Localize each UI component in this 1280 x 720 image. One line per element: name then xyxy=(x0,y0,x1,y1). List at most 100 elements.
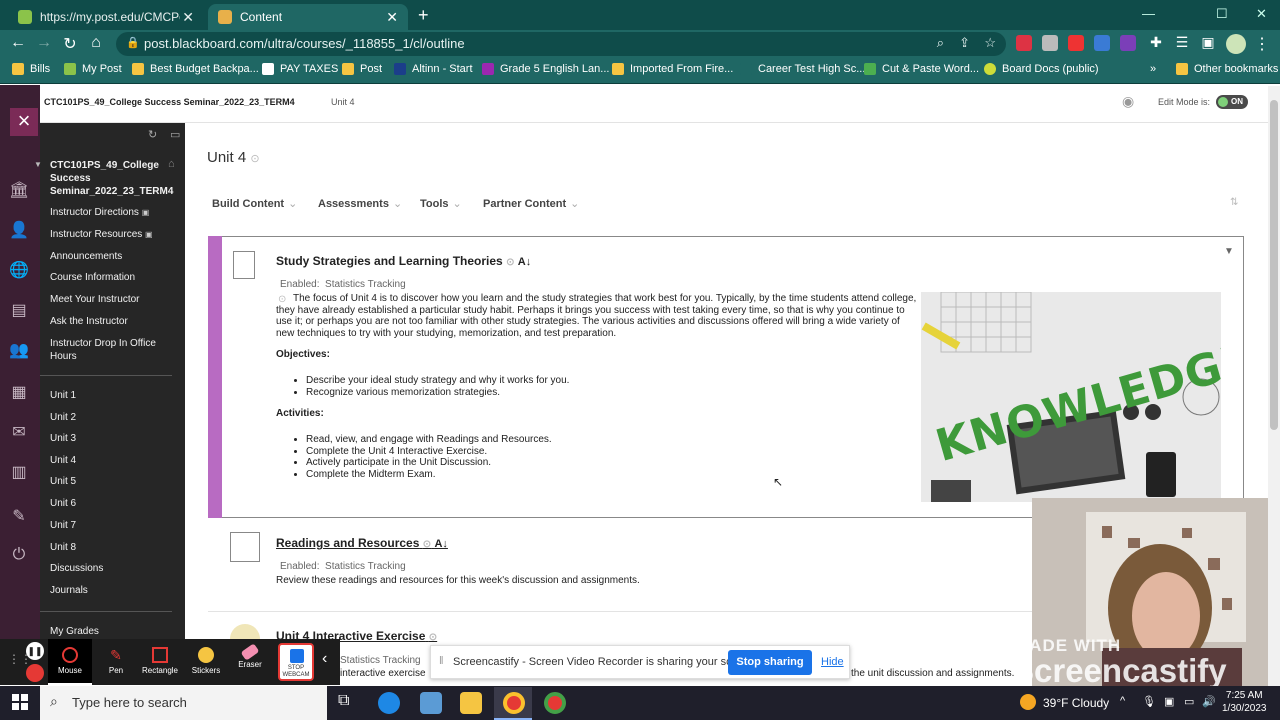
menu-item-unit[interactable]: Unit 7 xyxy=(50,520,76,531)
bookmark-item[interactable]: PAY TAXES xyxy=(262,63,338,75)
close-tab-icon[interactable]: ✕ xyxy=(386,9,398,26)
menu-item-unit[interactable]: Unit 4 xyxy=(50,455,76,466)
volume-icon[interactable]: 🔊 xyxy=(1202,695,1216,708)
windows-start-icon[interactable] xyxy=(12,694,28,710)
menu-item-unit[interactable]: Unit 6 xyxy=(50,498,76,509)
menu-item-unit[interactable]: Unit 5 xyxy=(50,476,76,487)
stop-sharing-button[interactable]: Stop sharing xyxy=(728,650,812,675)
accessibility-score-icon[interactable]: A↓ xyxy=(434,538,447,550)
menu-item-ask-instructor[interactable]: Ask the Instructor xyxy=(50,316,128,327)
url-bar[interactable]: 🔒 post.blackboard.com/ultra/courses/_118… xyxy=(116,32,1006,56)
item-title-link[interactable]: Readings and Resources ⊙ A↓ xyxy=(276,536,448,550)
menu-item-discussions[interactable]: Discussions xyxy=(50,563,103,574)
breadcrumb[interactable]: Unit 4 xyxy=(331,97,355,107)
weather-text[interactable]: 39°F Cloudy xyxy=(1043,696,1109,710)
collapse-toolbar-icon[interactable]: ‹ xyxy=(322,650,327,668)
menu-item-course-information[interactable]: Course Information xyxy=(50,272,135,283)
rectangle-tool[interactable]: Rectangle xyxy=(138,639,182,685)
pen-tool[interactable]: ✎ Pen xyxy=(94,639,138,685)
menu-item-unit[interactable]: Unit 1 xyxy=(50,390,76,401)
options-circle-icon[interactable]: ⊙ xyxy=(429,632,437,643)
profile-icon[interactable]: 👤 xyxy=(9,220,29,239)
menu-item-office-hours[interactable]: Instructor Drop In Office Hours xyxy=(50,338,170,363)
options-circle-icon[interactable]: ⊙ xyxy=(250,153,259,165)
menu-dots-icon[interactable]: ⋮ xyxy=(1252,34,1272,54)
chevron-down-icon[interactable]: ▼ xyxy=(1224,246,1234,257)
mouse-tool[interactable]: Mouse xyxy=(48,639,92,685)
back-icon[interactable]: ← xyxy=(8,34,28,52)
clock[interactable]: 7:25 AM 1/30/2023 xyxy=(1222,689,1267,715)
institution-icon[interactable]: 🏛 xyxy=(9,180,29,199)
menu-item-journals[interactable]: Journals xyxy=(50,585,88,596)
zoom-icon[interactable]: ⌕ xyxy=(937,35,944,51)
partner-content-menu[interactable]: Partner Content ⌄ xyxy=(483,197,579,210)
scrollbar-thumb[interactable] xyxy=(1270,100,1278,430)
refresh-menu-icon[interactable]: ↻ xyxy=(148,128,157,141)
camera-icon[interactable]: ▣ xyxy=(1164,695,1174,708)
weather-icon[interactable] xyxy=(1020,694,1036,710)
close-course-icon[interactable]: × xyxy=(10,108,38,136)
close-window-icon[interactable]: ✕ xyxy=(1256,6,1267,22)
pause-icon[interactable]: ❚❚ xyxy=(26,642,44,660)
home-icon[interactable]: ⌂ xyxy=(86,34,106,52)
item-title[interactable]: Study Strategies and Learning Theories ⊙… xyxy=(276,254,531,268)
bookmark-folder[interactable]: Other bookmarks xyxy=(1176,63,1278,75)
media-icon[interactable]: ☰ xyxy=(1172,34,1192,51)
menu-item-my-grades[interactable]: My Grades xyxy=(50,626,99,637)
collapse-caret-icon[interactable]: ▼ xyxy=(34,160,42,169)
edit-mode-toggle[interactable]: ON xyxy=(1216,95,1248,109)
course-name[interactable]: CTC101PS_49_College Success Seminar_2022… xyxy=(44,97,295,107)
reorder-icon[interactable]: ⇅ xyxy=(1230,197,1238,208)
microphone-icon[interactable]: 🎙 xyxy=(1142,695,1156,708)
file-explorer-icon[interactable] xyxy=(460,692,482,714)
puzzle-extensions-icon[interactable]: ✚ xyxy=(1146,34,1166,51)
home-icon[interactable]: ⌂ xyxy=(168,158,175,170)
bookmark-item[interactable]: Career Test High Sc... xyxy=(740,63,865,75)
tab-portal[interactable]: https://my.post.edu/CMCPortal/ ✕ xyxy=(8,4,204,30)
signout-icon[interactable]: ⏻ xyxy=(9,546,29,564)
bookmark-item[interactable]: Imported From Fire... xyxy=(612,63,733,75)
globe-icon[interactable]: 🌐 xyxy=(9,260,29,279)
options-circle-icon[interactable]: ⊙ xyxy=(423,539,431,550)
tray-chevron-icon[interactable]: ^ xyxy=(1120,695,1125,707)
bookmark-item[interactable]: Board Docs (public) xyxy=(984,63,1099,75)
task-view-icon[interactable]: ⧉ xyxy=(338,692,349,710)
stickers-tool[interactable]: Stickers xyxy=(184,639,228,685)
courses-icon[interactable]: ▤ xyxy=(9,300,29,319)
minimize-icon[interactable]: — xyxy=(1142,6,1155,21)
extension-icon[interactable] xyxy=(1068,35,1084,51)
stop-recording-icon[interactable] xyxy=(26,664,44,682)
stop-webcam-button[interactable]: STOP WEBCAM xyxy=(278,643,314,681)
tab-content[interactable]: Content ✕ xyxy=(208,4,408,30)
extension-icon[interactable] xyxy=(1042,35,1058,51)
bookmark-item[interactable]: Cut & Paste Word... xyxy=(864,63,979,75)
menu-item-unit[interactable]: Unit 3 xyxy=(50,433,76,444)
bookmark-item[interactable]: Altinn - Start xyxy=(394,63,473,75)
bookmark-star-icon[interactable]: ☆ xyxy=(984,35,996,51)
menu-item-meet-instructor[interactable]: Meet Your Instructor xyxy=(50,294,140,305)
grades-icon[interactable]: ▥ xyxy=(9,462,29,481)
bookmark-item[interactable]: My Post xyxy=(64,63,122,75)
student-preview-icon[interactable]: ◉ xyxy=(1122,93,1134,110)
tools-icon[interactable]: ✎ xyxy=(9,506,29,525)
drag-handle[interactable] xyxy=(208,236,222,518)
taskbar-search[interactable]: ⌕ Type here to search xyxy=(40,686,327,720)
bookmark-item[interactable]: Grade 5 English Lan... xyxy=(482,63,609,75)
app-icon[interactable] xyxy=(420,692,442,714)
profile-avatar[interactable] xyxy=(1226,34,1246,54)
bookmark-item[interactable]: Bills xyxy=(12,63,50,75)
chrome-icon[interactable] xyxy=(544,692,566,714)
options-circle-icon[interactable]: ⊙ xyxy=(506,257,514,268)
bookmark-item[interactable]: Best Budget Backpa... xyxy=(132,63,259,75)
course-menu-title[interactable]: CTC101PS_49_College Success Seminar_2022… xyxy=(50,159,173,198)
reload-icon[interactable]: ↻ xyxy=(60,34,80,54)
eraser-tool[interactable]: Eraser xyxy=(228,639,272,685)
calendar-icon[interactable]: ▦ xyxy=(9,382,29,401)
maximize-icon[interactable]: ☐ xyxy=(1216,6,1228,22)
menu-item-unit[interactable]: Unit 2 xyxy=(50,412,76,423)
bookmark-item[interactable]: Post xyxy=(342,63,382,75)
new-tab-icon[interactable]: + xyxy=(418,5,429,26)
drag-grip-icon[interactable]: ‖ xyxy=(439,655,444,667)
forward-icon[interactable]: → xyxy=(34,34,54,52)
extension-icon[interactable] xyxy=(1120,35,1136,51)
